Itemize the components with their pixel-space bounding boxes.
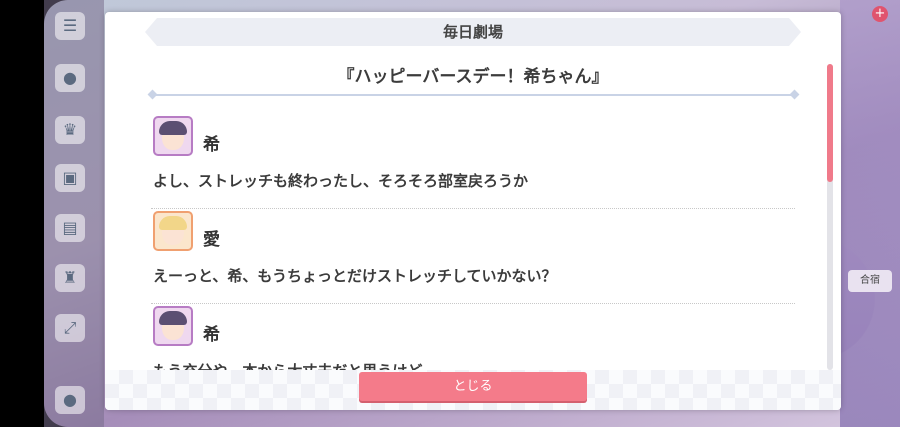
- avatar-nozomi: [153, 116, 193, 156]
- daily-theater-dialog: 毎日劇場 『ハッピーバースデー！希ちゃん』 希 よし、ストレッチも終わったし、そ…: [105, 12, 841, 410]
- chat-icon[interactable]: ●: [55, 64, 85, 92]
- dialogue-line: 希 もう充分や。本から大丈夫だと思うけど: [151, 304, 795, 380]
- speaker-name: 愛: [203, 230, 220, 250]
- close-button[interactable]: とじる: [359, 372, 587, 401]
- dialog-header: 毎日劇場: [145, 18, 801, 46]
- trophy-icon[interactable]: ♜: [55, 264, 85, 292]
- add-icon[interactable]: +: [872, 6, 888, 22]
- title-divider: [153, 94, 793, 96]
- camp-chip[interactable]: 合宿: [848, 270, 892, 292]
- scrollbar-thumb[interactable]: [827, 64, 833, 182]
- dialogue-text: えーっと、希、もうちょっとだけストレッチしていかない？: [153, 267, 557, 285]
- speaker-name: 希: [203, 325, 220, 345]
- gift-icon[interactable]: ▣: [55, 164, 85, 192]
- avatar-nozomi: [153, 306, 193, 346]
- menu-icon[interactable]: ☰: [55, 12, 85, 40]
- avatar-ai: [153, 211, 193, 251]
- dialogue-line: 希 よし、ストレッチも終わったし、そろそろ部室戻ろうか: [151, 114, 795, 209]
- dialogue-list[interactable]: 希 よし、ストレッチも終わったし、そろそろ部室戻ろうか 愛 えーっと、希、もうち…: [151, 114, 795, 380]
- right-decoration: [840, 0, 900, 427]
- rule-diamond-right: [789, 89, 800, 100]
- board-icon[interactable]: ▤: [55, 214, 85, 242]
- speaker-name: 希: [203, 135, 220, 155]
- dialogue-text: よし、ストレッチも終わったし、そろそろ部室戻ろうか: [153, 172, 529, 190]
- dialogue-line: 愛 えーっと、希、もうちょっとだけストレッチしていかない？: [151, 209, 795, 304]
- expand-icon[interactable]: ⤢: [55, 314, 85, 342]
- story-title: 『ハッピーバースデー！希ちゃん』: [337, 67, 609, 87]
- crown-icon[interactable]: ♛: [55, 116, 85, 144]
- user-icon[interactable]: ●: [55, 386, 85, 414]
